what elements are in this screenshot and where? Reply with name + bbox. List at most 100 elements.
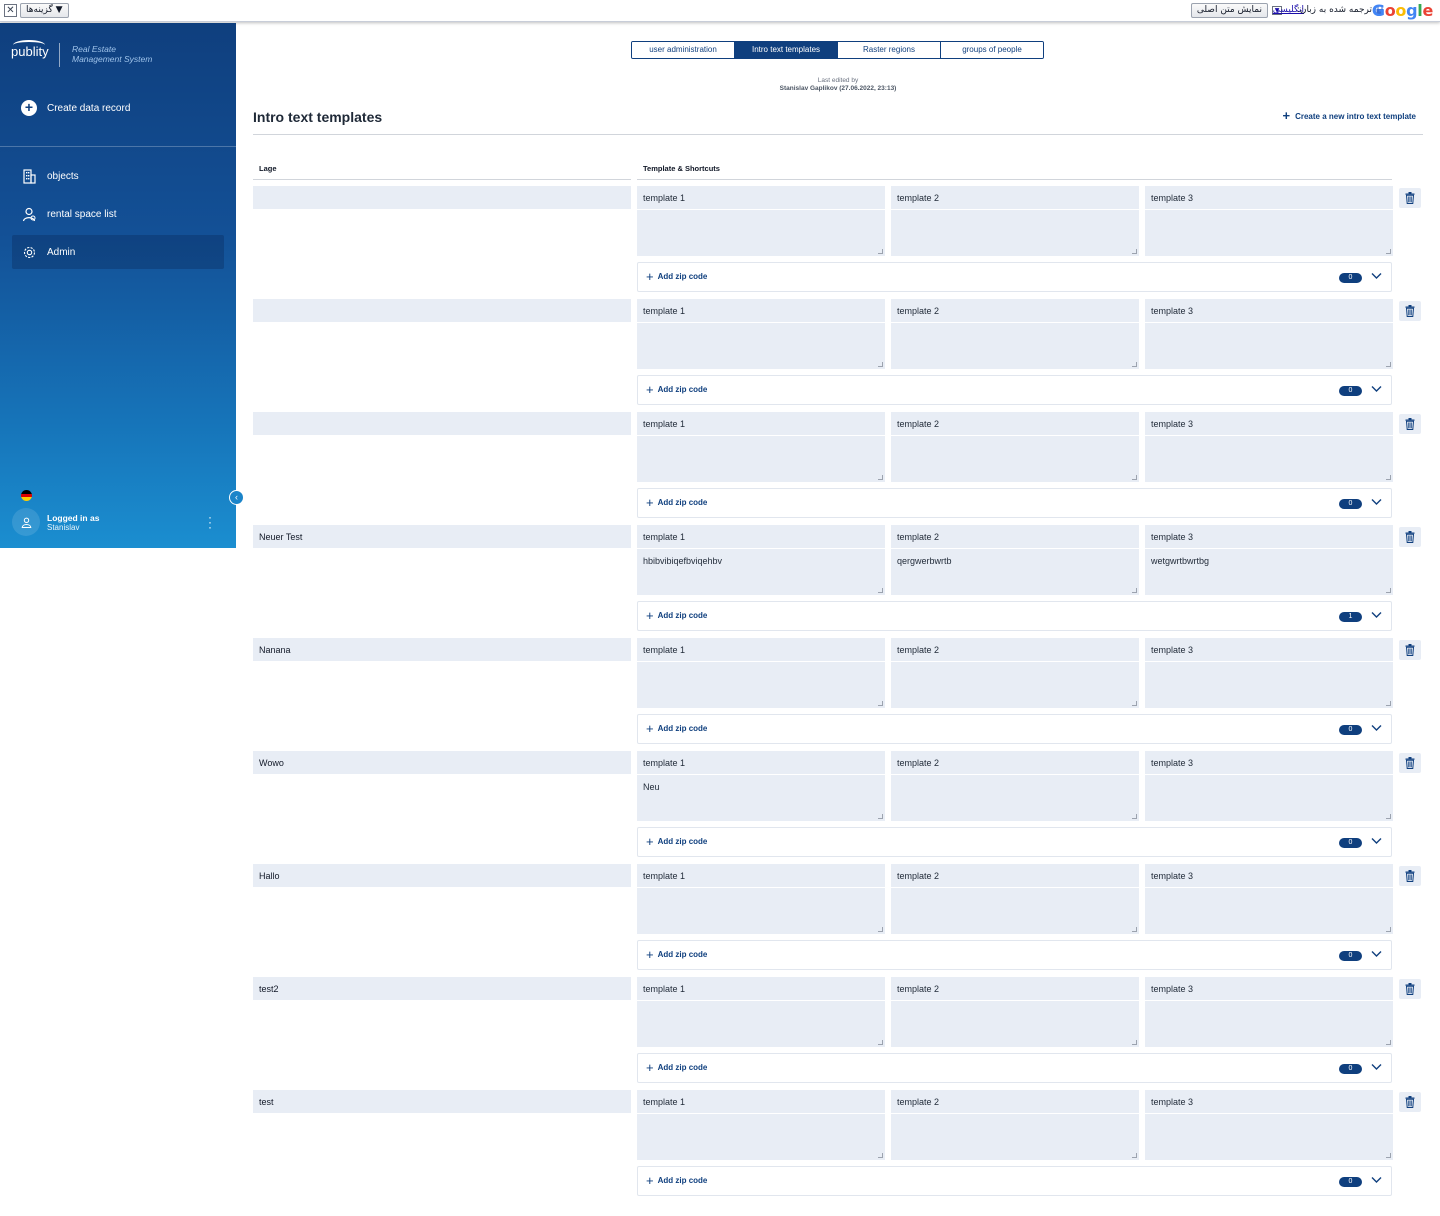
delete-row-button[interactable] [1399,188,1421,208]
chevron-down-icon[interactable] [1371,1063,1382,1071]
delete-row-button[interactable] [1399,527,1421,547]
add-zip-code-button[interactable]: + Add zip code [646,496,707,509]
resize-handle-icon[interactable] [1386,588,1391,593]
template-text-area[interactable]: Neu [643,782,660,792]
template-title-input[interactable]: template 3 [1151,871,1193,881]
template-title-input[interactable]: template 1 [643,419,685,429]
template-title-input[interactable]: template 3 [1151,758,1193,768]
template-text-area[interactable]: hbibvibiqefbviqehbv [643,556,722,566]
delete-row-button[interactable] [1399,753,1421,773]
tab-user-administration[interactable]: user administration [632,42,735,58]
template-title-input[interactable]: template 2 [897,645,939,655]
publity-logo[interactable]: publity [11,40,49,59]
lage-input[interactable]: Neuer Test [253,525,631,548]
add-zip-code-button[interactable]: + Add zip code [646,1174,707,1187]
resize-handle-icon[interactable] [1386,475,1391,480]
create-intro-template-button[interactable]: + Create a new intro text template [1282,109,1416,122]
delete-row-button[interactable] [1399,414,1421,434]
create-data-record-button[interactable]: + Create data record [21,100,130,116]
resize-handle-icon[interactable] [878,1040,883,1045]
resize-handle-icon[interactable] [1386,814,1391,819]
lage-input[interactable]: Hallo [253,864,631,887]
add-zip-code-button[interactable]: + Add zip code [646,383,707,396]
template-title-input[interactable]: template 2 [897,984,939,994]
lage-input[interactable]: Nanana [253,638,631,661]
chevron-down-icon[interactable] [1371,385,1382,393]
delete-row-button[interactable] [1399,640,1421,660]
resize-handle-icon[interactable] [1386,701,1391,706]
template-title-input[interactable]: template 1 [643,645,685,655]
template-title-input[interactable]: template 2 [897,758,939,768]
template-title-input[interactable]: template 2 [897,419,939,429]
sidebar-item-rental-space-list[interactable]: rental space list [12,197,224,231]
resize-handle-icon[interactable] [1132,1153,1137,1158]
tab-groups-of-people[interactable]: groups of people [941,42,1043,58]
template-title-input[interactable]: template 1 [643,758,685,768]
template-text-area[interactable]: qergwerbwrtb [897,556,952,566]
template-title-input[interactable]: template 1 [643,984,685,994]
tab-intro-text-templates[interactable]: Intro text templates [735,42,838,58]
resize-handle-icon[interactable] [878,1153,883,1158]
template-title-input[interactable]: template 3 [1151,306,1193,316]
lage-input[interactable]: test2 [253,977,631,1000]
add-zip-code-button[interactable]: + Add zip code [646,609,707,622]
sidebar-item-admin[interactable]: Admin [12,235,224,269]
resize-handle-icon[interactable] [1386,927,1391,932]
resize-handle-icon[interactable] [878,475,883,480]
template-title-input[interactable]: template 3 [1151,984,1193,994]
resize-handle-icon[interactable] [1386,1153,1391,1158]
resize-handle-icon[interactable] [1132,249,1137,254]
resize-handle-icon[interactable] [1132,362,1137,367]
resize-handle-icon[interactable] [1386,1040,1391,1045]
close-translate-button[interactable]: ✕ [4,4,17,17]
sidebar-item-objects[interactable]: objects [12,159,224,193]
template-title-input[interactable]: template 3 [1151,193,1193,203]
chevron-down-icon[interactable] [1371,950,1382,958]
chevron-down-icon[interactable] [1371,1176,1382,1184]
resize-handle-icon[interactable] [878,362,883,367]
resize-handle-icon[interactable] [1132,475,1137,480]
lage-input[interactable] [253,186,631,209]
template-title-input[interactable]: template 1 [643,193,685,203]
template-title-input[interactable]: template 3 [1151,1097,1193,1107]
resize-handle-icon[interactable] [1132,1040,1137,1045]
resize-handle-icon[interactable] [878,927,883,932]
template-title-input[interactable]: template 3 [1151,645,1193,655]
add-zip-code-button[interactable]: + Add zip code [646,270,707,283]
resize-handle-icon[interactable] [1132,701,1137,706]
chevron-down-icon[interactable] [1371,611,1382,619]
delete-row-button[interactable] [1399,866,1421,886]
resize-handle-icon[interactable] [878,249,883,254]
resize-handle-icon[interactable] [1386,362,1391,367]
template-title-input[interactable]: template 3 [1151,419,1193,429]
german-flag-icon[interactable] [21,490,32,501]
resize-handle-icon[interactable] [878,701,883,706]
tab-raster-regions[interactable]: Raster regions [838,42,941,58]
template-text-area[interactable]: wetgwrtbwrtbg [1151,556,1209,566]
resize-handle-icon[interactable] [1132,927,1137,932]
collapse-sidebar-button[interactable]: ‹ [229,490,244,505]
chevron-down-icon[interactable] [1371,837,1382,845]
lage-input[interactable] [253,299,631,322]
template-title-input[interactable]: template 1 [643,532,685,542]
template-title-input[interactable]: template 2 [897,1097,939,1107]
translate-options-button[interactable]: گزینه‌ها ▼ [20,3,69,18]
chevron-down-icon[interactable] [1371,498,1382,506]
add-zip-code-button[interactable]: + Add zip code [646,948,707,961]
add-zip-code-button[interactable]: + Add zip code [646,1061,707,1074]
add-zip-code-button[interactable]: + Add zip code [646,835,707,848]
lage-input[interactable]: test [253,1090,631,1113]
template-title-input[interactable]: template 2 [897,306,939,316]
more-vertical-icon[interactable]: · · · [208,511,212,533]
resize-handle-icon[interactable] [878,814,883,819]
chevron-down-icon[interactable] [1371,724,1382,732]
lage-input[interactable] [253,412,631,435]
template-title-input[interactable]: template 1 [643,306,685,316]
chevron-down-icon[interactable] [1371,272,1382,280]
template-title-input[interactable]: template 3 [1151,532,1193,542]
template-title-input[interactable]: template 2 [897,532,939,542]
template-title-input[interactable]: template 2 [897,871,939,881]
delete-row-button[interactable] [1399,301,1421,321]
resize-handle-icon[interactable] [1132,588,1137,593]
template-title-input[interactable]: template 2 [897,193,939,203]
